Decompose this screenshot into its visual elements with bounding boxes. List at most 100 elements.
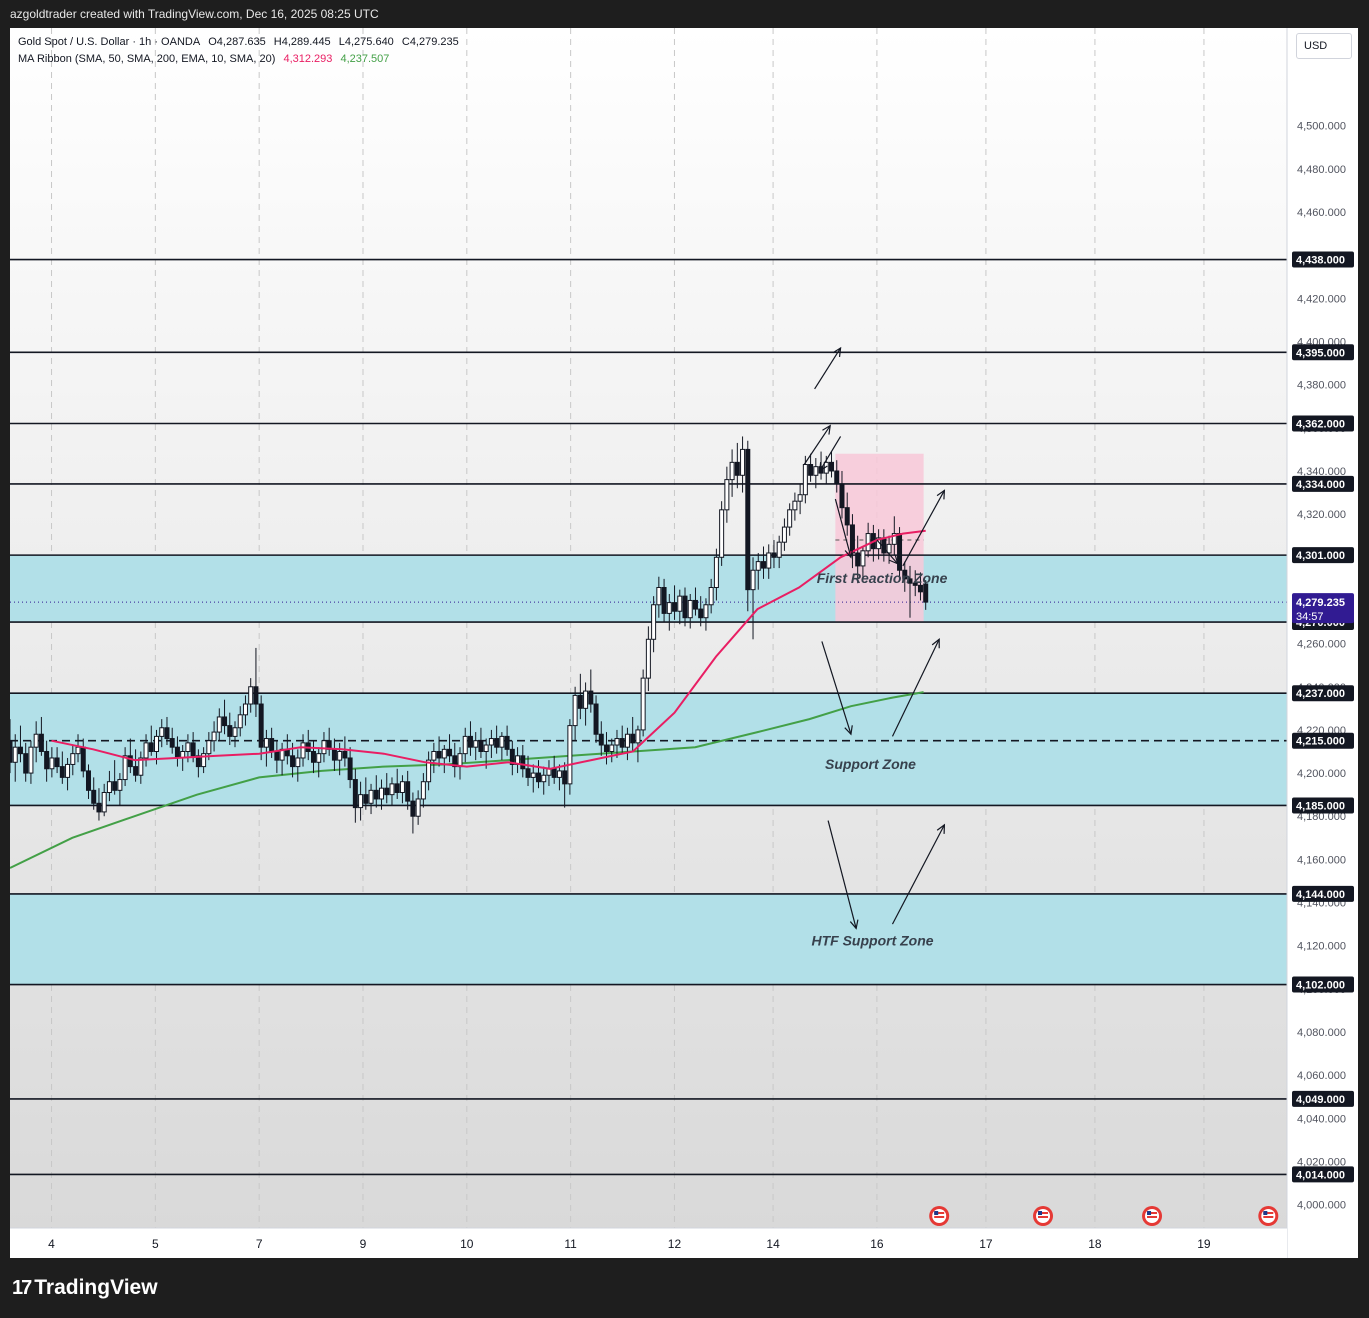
candle-body xyxy=(295,757,301,768)
candle-body xyxy=(399,781,405,793)
candle-body xyxy=(337,750,343,761)
ohlc-open: O4,287.635 xyxy=(208,36,266,48)
price-tick-label: 4,320.000 xyxy=(1297,509,1346,521)
price-tick-label: 4,460.000 xyxy=(1297,207,1346,219)
candle-body xyxy=(54,757,60,768)
candle-body xyxy=(462,735,468,755)
level-badge-label: 4,185.000 xyxy=(1296,800,1345,812)
candle-body xyxy=(698,608,704,619)
candle-body xyxy=(420,781,426,800)
candle-body xyxy=(12,746,18,763)
level-badge-label: 4,395.000 xyxy=(1296,347,1345,359)
candle-body xyxy=(734,461,740,476)
candle-body xyxy=(269,738,275,752)
level-badge-label: 4,334.000 xyxy=(1296,479,1345,491)
candle-body xyxy=(708,587,714,606)
candle-body xyxy=(488,738,494,746)
date-tick-label: 11 xyxy=(564,1237,577,1251)
tradingview-logo-icon: 17 xyxy=(12,1277,32,1299)
candle-body xyxy=(216,716,222,733)
candle-body xyxy=(49,757,55,770)
tradingview-brand[interactable]: 17 TradingView xyxy=(12,1276,158,1300)
candle-body xyxy=(750,569,756,591)
candle-body xyxy=(535,772,541,783)
candle-body xyxy=(159,727,165,737)
candle-body xyxy=(682,595,688,619)
candle-body xyxy=(415,798,421,817)
candle-body xyxy=(745,448,751,591)
date-tick-label: 12 xyxy=(668,1237,682,1251)
candle-body xyxy=(310,750,316,763)
candle-body xyxy=(865,533,871,552)
candle-body xyxy=(834,470,840,485)
level-badge-label: 4,215.000 xyxy=(1296,736,1345,748)
candle-body xyxy=(703,604,709,619)
price-tick-label: 4,200.000 xyxy=(1297,768,1346,780)
price-tick-label: 4,000.000 xyxy=(1297,1200,1346,1212)
candle-body xyxy=(624,733,630,748)
candle-body xyxy=(881,537,887,554)
price-tick-label: 4,380.000 xyxy=(1297,380,1346,392)
currency-selector[interactable]: USD xyxy=(1296,33,1352,59)
candle-body xyxy=(556,770,562,778)
candle-body xyxy=(169,738,175,748)
price-tick-label: 4,500.000 xyxy=(1297,121,1346,133)
candle-body xyxy=(321,740,327,755)
candle-body xyxy=(368,789,374,804)
candle-body xyxy=(656,587,662,606)
symbol-title[interactable]: Gold Spot / U.S. Dollar · 1h · OANDA xyxy=(18,36,200,48)
date-tick-label: 10 xyxy=(460,1237,474,1251)
level-badge-label: 4,237.000 xyxy=(1296,688,1345,700)
level-badge-label: 4,049.000 xyxy=(1296,1094,1345,1106)
candle-body xyxy=(525,768,531,778)
candle-body xyxy=(499,735,505,748)
indicator-title[interactable]: MA Ribbon (SMA, 50, SMA, 200, EMA, 10, S… xyxy=(18,53,275,65)
level-badge-label: 4,438.000 xyxy=(1296,255,1345,267)
candle-body xyxy=(80,746,86,772)
price-chart[interactable]: First Reaction Zone Support Zone HTF Suppo… xyxy=(10,28,1358,1258)
date-tick-label: 5 xyxy=(152,1237,159,1251)
candle-body xyxy=(729,461,735,481)
price-tick-label: 4,040.000 xyxy=(1297,1113,1346,1125)
chart-frame[interactable]: First Reaction Zone Support Zone HTF Suppo… xyxy=(10,28,1358,1258)
candle-body xyxy=(855,552,861,567)
candle-body xyxy=(373,789,379,800)
top-bar: azgoldtrader created with TradingView.co… xyxy=(0,0,1369,28)
ma-slow-value: 4,237.507 xyxy=(340,53,390,65)
candle-body xyxy=(546,768,552,776)
candle-body xyxy=(70,753,76,765)
event-flag-stripe xyxy=(1263,1216,1274,1218)
indicator-legend-row: MA Ribbon (SMA, 50, SMA, 200, EMA, 10, S… xyxy=(18,51,464,68)
price-tick-label: 4,080.000 xyxy=(1297,1027,1346,1039)
candle-body xyxy=(242,703,248,716)
candle-body xyxy=(917,584,923,593)
date-tick-label: 16 xyxy=(870,1237,884,1251)
candle-body xyxy=(672,602,678,612)
candle-body xyxy=(494,738,500,748)
candle-body xyxy=(473,740,479,748)
candle-body xyxy=(541,774,547,783)
candle-body xyxy=(787,509,793,528)
event-flag-stripe xyxy=(934,1216,945,1218)
candle-body xyxy=(829,461,835,472)
candle-body xyxy=(771,552,777,558)
candle-body xyxy=(808,464,814,476)
candle-body xyxy=(75,746,81,755)
candle-body xyxy=(363,794,369,804)
candle-body xyxy=(504,735,510,750)
candle-body xyxy=(897,533,903,571)
candle-body xyxy=(923,583,929,603)
candle-body xyxy=(59,766,65,778)
event-flag-canton xyxy=(1263,1211,1268,1215)
candle-body xyxy=(792,500,798,511)
candle-body xyxy=(23,753,29,774)
candle-body xyxy=(802,464,808,496)
candle-body xyxy=(133,766,139,776)
ma-fast-value: 4,312.293 xyxy=(283,53,333,65)
candle-body xyxy=(232,727,238,737)
candle-body xyxy=(44,750,50,770)
symbol-legend-row: Gold Spot / U.S. Dollar · 1h · OANDA O4,… xyxy=(18,34,464,51)
ohlc-high: H4,289.445 xyxy=(273,36,331,48)
candle-body xyxy=(263,738,269,748)
candle-body xyxy=(274,750,280,761)
